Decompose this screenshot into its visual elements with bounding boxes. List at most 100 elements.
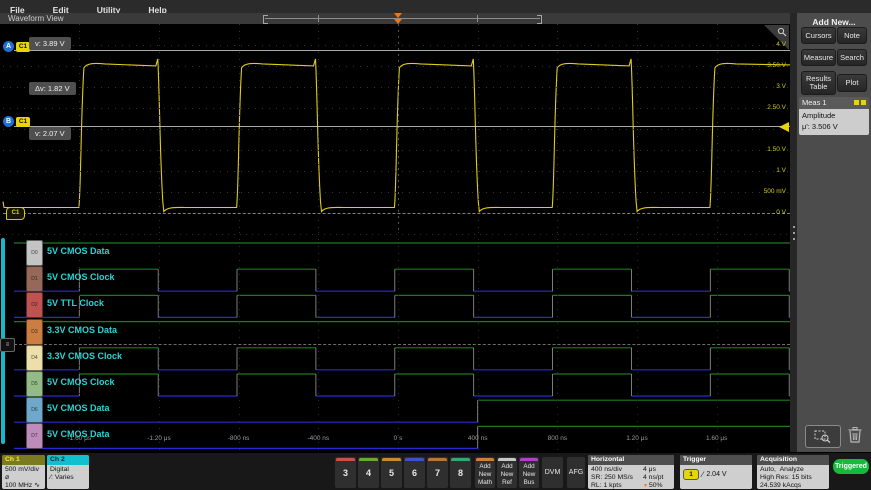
digital-group-button-4[interactable]: 4 — [357, 456, 380, 489]
gridline-horizontal — [3, 87, 790, 88]
horizontal-badge[interactable]: Horizontal 400 ns/div4 μsSR: 250 MS/s4 n… — [588, 455, 674, 489]
cursor-a-line[interactable] — [14, 50, 790, 51]
channel-button-label: 7 — [427, 461, 448, 485]
digital-channel-badge-d5[interactable]: D5 — [26, 371, 43, 397]
horizontal-value: ▼50% — [643, 482, 671, 489]
gridline-vertical — [159, 232, 160, 450]
overview-left-bracket — [263, 15, 268, 24]
sidebar-button-measure[interactable]: Measure — [801, 49, 836, 66]
ch2-badge[interactable]: Ch 2 Digital ∕: Varies — [47, 455, 89, 489]
gridline-horizontal — [3, 108, 790, 109]
add-button-label: Add New Math — [475, 462, 495, 487]
trigger-level-arrow-icon[interactable] — [779, 122, 789, 132]
magnifier-icon — [777, 27, 787, 37]
trash-button[interactable] — [847, 426, 863, 444]
trigger-header: Trigger — [680, 455, 752, 465]
splitter-dot[interactable] — [793, 232, 795, 234]
trigger-position-marker-icon[interactable] — [394, 13, 402, 18]
sidebar-button-plot[interactable]: Plot — [837, 74, 867, 92]
trigger-badge[interactable]: Trigger 1 ∕ 2.04 V — [680, 455, 752, 489]
cursor-delta-readout[interactable]: Δv: 1.82 V — [29, 82, 76, 95]
digital-channel-label: 5V CMOS Data — [47, 246, 110, 256]
waveform-view: Waveform View T A C1 v: 3.89 V Δv: 1.82 … — [0, 13, 797, 452]
channel-button-label: 4 — [358, 461, 379, 485]
sidebar-button-results-table[interactable]: Results Table — [801, 71, 836, 95]
channel-button-label: 6 — [404, 461, 425, 485]
gridline-vertical — [318, 232, 319, 450]
digital-area[interactable]: ≡ D05V CMOS DataD15V CMOS ClockD25V TTL … — [0, 232, 790, 450]
cursor-a-badge[interactable]: A — [3, 41, 14, 52]
afg-button[interactable]: AFG — [566, 456, 586, 489]
zoom-box-button[interactable] — [805, 425, 841, 448]
trigger-source-badge: 1 — [683, 469, 699, 480]
time-axis-label: 1.20 μs — [620, 435, 654, 442]
digital-group-handle[interactable]: ≡ — [0, 338, 15, 352]
voltage-scale-label: 1 V — [776, 167, 786, 174]
dvm-button[interactable]: DVM — [541, 456, 564, 489]
horizontal-header: Horizontal — [588, 455, 674, 465]
add-new-bus-button[interactable]: Add New Bus — [518, 456, 540, 489]
add-button-label: Add New Bus — [519, 462, 539, 487]
voltage-scale-label: 3.50 V — [767, 62, 786, 69]
acquisition-setting: Auto, Analyze — [760, 466, 826, 474]
sidebar-button-note[interactable]: Note — [837, 27, 867, 44]
gridline-vertical — [478, 232, 479, 450]
measurement-kind: Amplitude — [802, 111, 866, 122]
add-new-math-button[interactable]: Add New Math — [474, 456, 496, 489]
time-axis-label: -1.60 μs — [62, 435, 96, 442]
measurement-value: μ': 3.506 V — [802, 122, 866, 133]
voltage-scale-label: 3 V — [776, 83, 786, 90]
waveform-view-title: Waveform View — [8, 14, 64, 23]
cursor-a-readout[interactable]: v: 3.89 V — [29, 37, 71, 50]
gridline-horizontal — [3, 66, 790, 67]
ch2-threshold: ∕: Varies — [50, 474, 86, 482]
gridline-vertical — [79, 232, 80, 450]
digital-top-border — [0, 234, 790, 235]
digital-group-button-8[interactable]: 8 — [449, 456, 472, 489]
digital-channel-badge-d6[interactable]: D6 — [26, 397, 43, 423]
digital-channel-badge-d3[interactable]: D3 — [26, 319, 43, 345]
cursor-b-badge[interactable]: B — [3, 116, 14, 127]
voltage-scale-label: 2.50 V — [767, 104, 786, 111]
gridline-vertical — [717, 232, 718, 450]
cursor-b-line[interactable] — [14, 126, 790, 127]
digital-group-button-7[interactable]: 7 — [426, 456, 449, 489]
gridline-horizontal — [3, 129, 790, 130]
trash-icon — [847, 426, 863, 444]
ch2-mode: Digital — [50, 466, 86, 474]
meas-indicator-icon — [854, 100, 859, 105]
digital-channel-badge-d0[interactable]: D0 — [26, 240, 43, 266]
splitter-dot[interactable] — [793, 238, 795, 240]
add-new-ref-button[interactable]: Add New Ref — [496, 456, 518, 489]
acquisition-badge[interactable]: Acquisition Auto, AnalyzeHigh Res: 15 bi… — [757, 455, 829, 489]
digital-channel-badge-d4[interactable]: D4 — [26, 345, 43, 371]
time-axis-label: 800 ns — [540, 435, 574, 442]
horizontal-overview-bar[interactable] — [265, 18, 540, 19]
measurement-badge[interactable]: Meas 1 Amplitude μ': 3.506 V — [799, 97, 869, 135]
time-axis-label: 400 ns — [461, 435, 495, 442]
digital-group-button-6[interactable]: 6 — [403, 456, 426, 489]
horizontal-value: 4 μs — [643, 466, 671, 474]
digital-group-button-3[interactable]: 3 — [334, 456, 357, 489]
analog-area[interactable]: A C1 v: 3.89 V Δv: 1.82 V B C1 v: 2.07 V… — [0, 24, 790, 230]
sidebar-button-search[interactable]: Search — [837, 49, 867, 66]
horizontal-setting: RL: 1 kpts — [591, 482, 643, 489]
digital-channel-label: 5V TTL Clock — [47, 298, 104, 308]
measurement-badge-header: Meas 1 — [799, 97, 869, 109]
splitter-dot[interactable] — [793, 226, 795, 228]
ch1-badge[interactable]: Ch 1 500 mV/div ⌀ 100 MHz ∿ — [2, 455, 45, 489]
digital-channel-badge-d7[interactable]: D7 — [26, 423, 43, 449]
ch1-ground-badge[interactable]: C1 — [6, 207, 25, 220]
sidebar-button-cursors[interactable]: Cursors — [801, 27, 836, 44]
oscilloscope-app: FileEditUtilityHelp Waveform View T A C1… — [0, 0, 871, 490]
voltage-scale-label: 4 V — [776, 41, 786, 48]
trigger-settings: 1 ∕ 2.04 V — [680, 465, 752, 484]
time-axis-label: 1.60 μs — [700, 435, 734, 442]
right-edge-strip — [790, 13, 797, 452]
digital-group-button-5[interactable]: 5 — [380, 456, 403, 489]
cursor-b-readout[interactable]: v: 2.07 V — [29, 127, 71, 140]
digital-channel-badge-d2[interactable]: D2 — [26, 292, 43, 318]
digital-channel-badge-d1[interactable]: D1 — [26, 266, 43, 292]
acquisition-setting: High Res: 15 bits — [760, 474, 826, 482]
digital-waveforms-svg — [0, 232, 790, 450]
